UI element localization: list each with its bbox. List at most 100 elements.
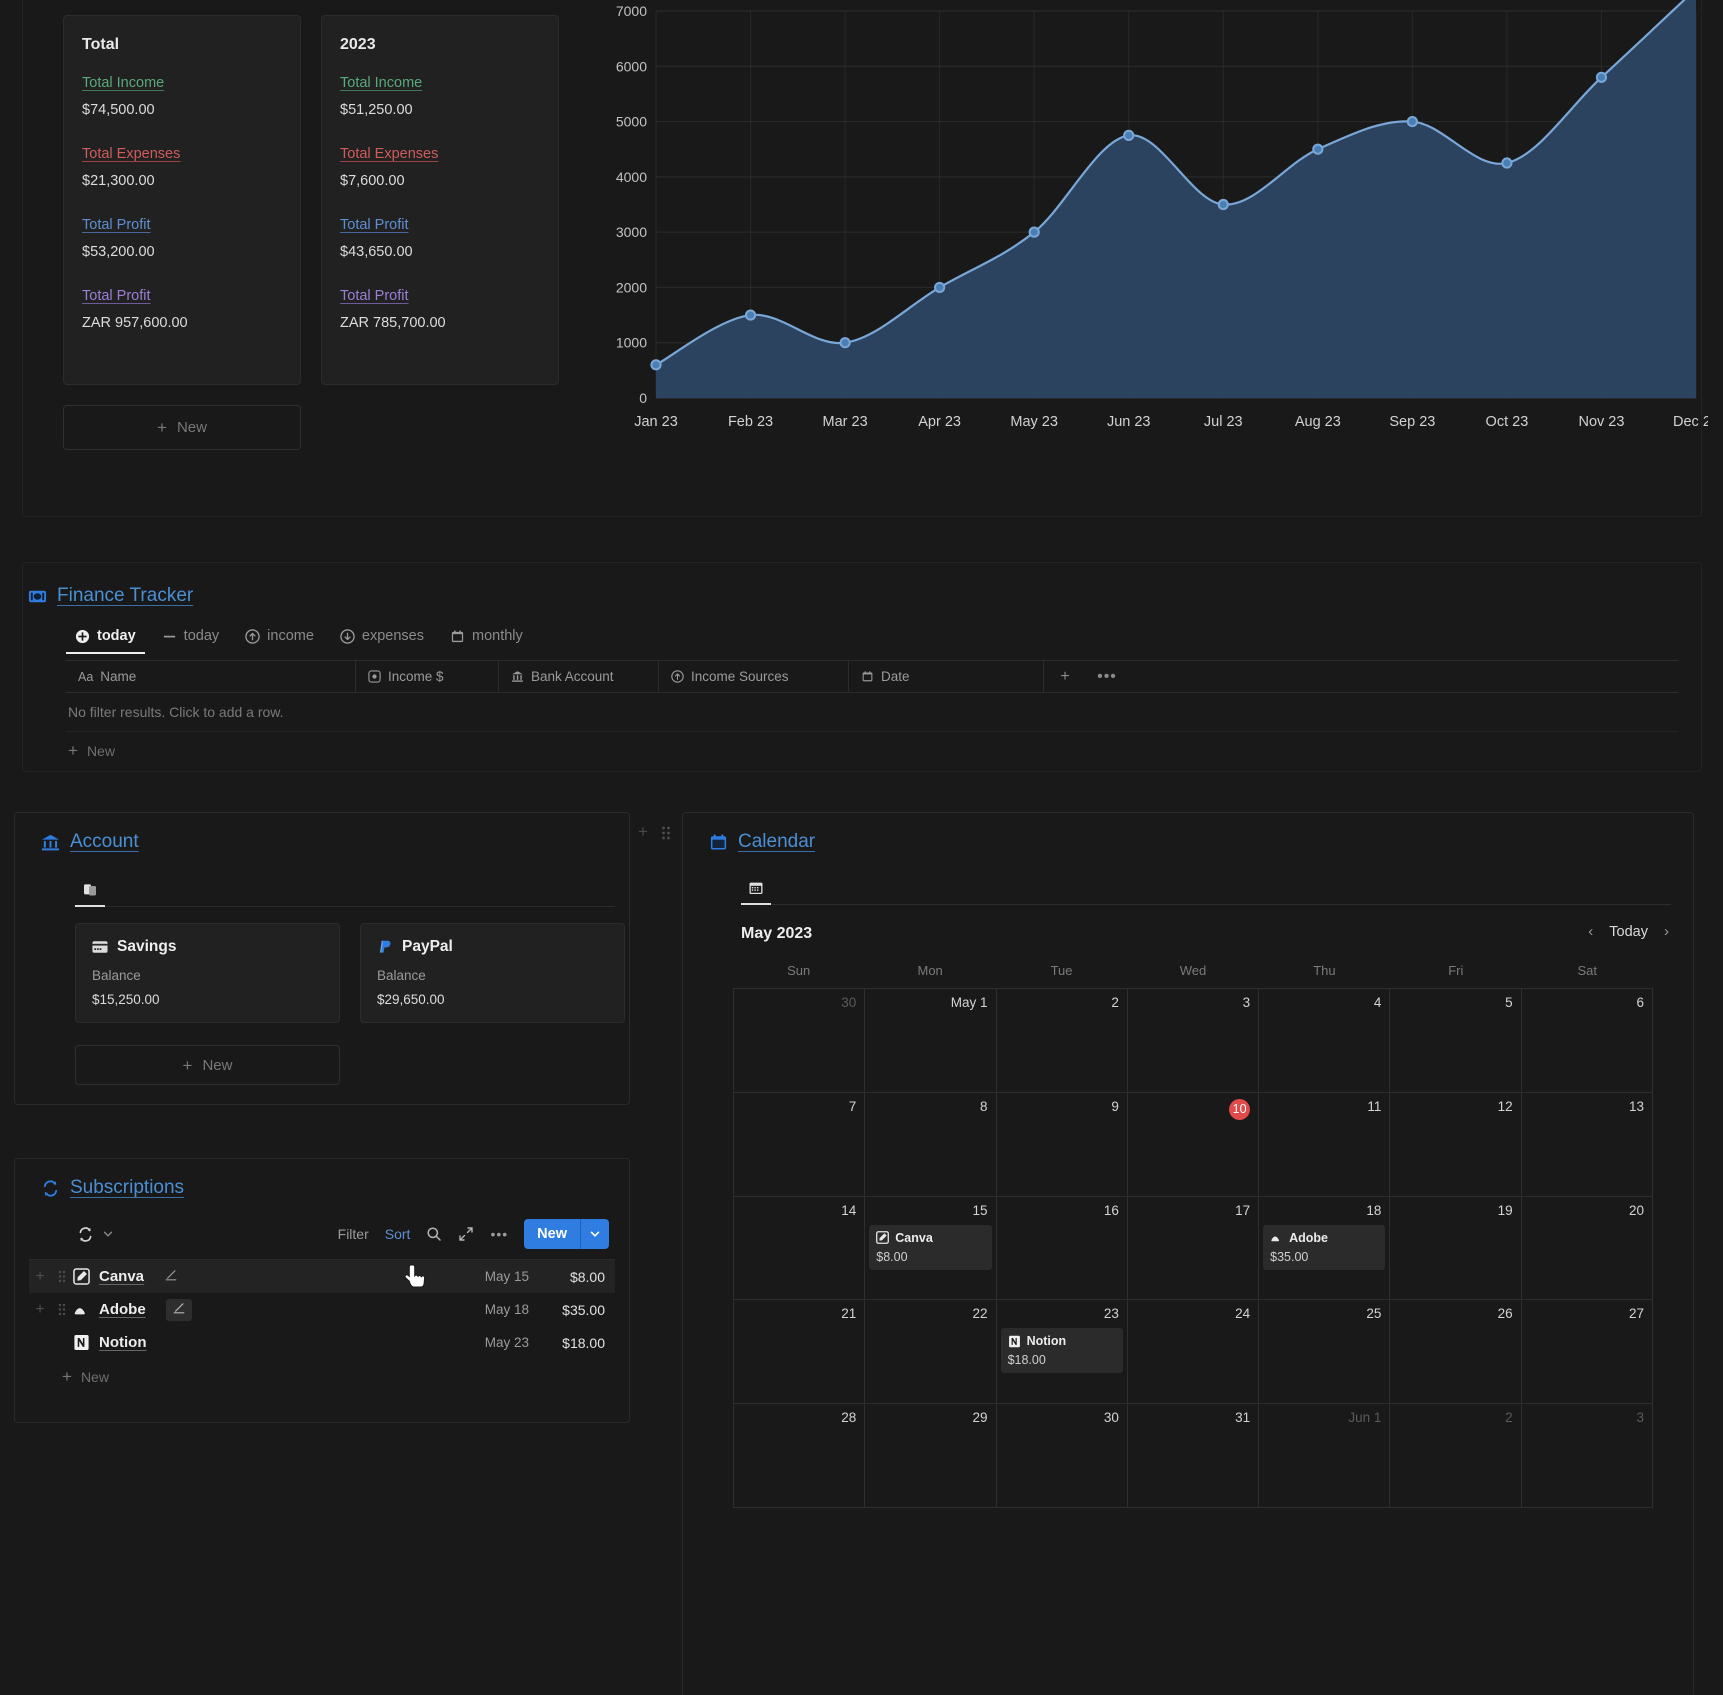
calendar-day-cell[interactable]: 15 Canva $8.00: [865, 1196, 997, 1300]
drag-handle-icon[interactable]: [51, 1302, 73, 1317]
account-card[interactable]: Savings Balance $15,250.00: [75, 923, 340, 1023]
calendar-day-cell[interactable]: 30: [734, 989, 866, 1092]
calendar-day-cell[interactable]: 5: [1390, 989, 1522, 1092]
edit-pen-icon[interactable]: [165, 1298, 192, 1321]
column-bank-account[interactable]: Bank Account: [499, 660, 659, 693]
account-new-button[interactable]: + New: [75, 1045, 340, 1085]
calendar-day-cell[interactable]: 22: [865, 1300, 997, 1404]
empty-state-text[interactable]: No filter results. Click to add a row.: [66, 693, 1678, 732]
calendar-day-cell[interactable]: 14: [734, 1196, 866, 1300]
add-row-icon[interactable]: +: [29, 1301, 51, 1319]
calendar-day-cell[interactable]: 26: [1390, 1300, 1522, 1404]
chevron-down-icon[interactable]: [581, 1228, 609, 1240]
calendar-day-cell[interactable]: 27: [1522, 1300, 1652, 1403]
calendar-day-cell[interactable]: 17: [1128, 1196, 1260, 1300]
column-name[interactable]: Aa Name: [66, 660, 356, 693]
calendar-event-chip[interactable]: Adobe $35.00: [1263, 1224, 1386, 1270]
calendar-day-cell[interactable]: 21: [734, 1300, 866, 1404]
calendar-day-cell[interactable]: 28: [734, 1404, 866, 1507]
calendar-day-cell[interactable]: 18 Adobe $35.00: [1259, 1196, 1391, 1300]
metric-label[interactable]: Total Profit: [340, 217, 409, 233]
account-header[interactable]: Account: [41, 831, 139, 853]
calendar-day-cell[interactable]: 10: [1128, 1092, 1260, 1196]
tab-expenses[interactable]: expenses: [331, 622, 433, 654]
column-income-sources[interactable]: Income Sources: [659, 660, 849, 693]
totals-new-button[interactable]: + New: [63, 405, 301, 450]
calendar-day-cell[interactable]: 8: [865, 1092, 997, 1196]
calendar-view-tab[interactable]: [741, 873, 771, 905]
add-block-icon[interactable]: +: [638, 822, 648, 842]
filter-button[interactable]: Filter: [338, 1226, 369, 1242]
calendar-event-chip[interactable]: Canva $8.00: [869, 1224, 992, 1270]
today-button[interactable]: Today: [1609, 924, 1648, 940]
calendar-day-cell[interactable]: 30: [997, 1404, 1128, 1507]
add-row-icon[interactable]: +: [29, 1268, 51, 1286]
subscription-row[interactable]: Notion May 23 $18.00: [29, 1326, 615, 1359]
calendar-day-cell[interactable]: 16: [997, 1196, 1128, 1300]
edit-pen-icon[interactable]: [164, 1268, 178, 1286]
subscriptions-new-button[interactable]: New: [524, 1219, 609, 1249]
metric-label[interactable]: Total Income: [82, 75, 164, 91]
search-icon[interactable]: [426, 1226, 442, 1242]
calendar-day-cell[interactable]: 29: [865, 1404, 997, 1507]
subscription-row[interactable]: + Adobe May 18 $35.00: [29, 1293, 615, 1326]
calendar-day-cell[interactable]: 3: [1522, 1404, 1652, 1507]
account-gallery-tab[interactable]: [75, 875, 105, 907]
account-card[interactable]: PayPal Balance $29,650.00: [360, 923, 625, 1023]
calendar-day-cell[interactable]: 4: [1259, 989, 1391, 1092]
finance-tracker-title: Finance Tracker: [57, 585, 194, 606]
column-income[interactable]: Income $: [356, 660, 499, 693]
calendar-day-cell[interactable]: 11: [1259, 1092, 1391, 1196]
expand-icon[interactable]: [458, 1226, 474, 1242]
finance-tracker-header[interactable]: Finance Tracker: [28, 585, 193, 607]
metric-label[interactable]: Total Profit: [340, 288, 409, 304]
tab-monthly[interactable]: monthly: [441, 622, 532, 654]
add-column-button[interactable]: +: [1044, 660, 1086, 693]
calendar-day-cell[interactable]: 31: [1128, 1404, 1260, 1507]
finance-tracker-new-button[interactable]: + New: [66, 732, 1678, 769]
tab-income[interactable]: income: [236, 622, 323, 654]
subscriptions-new-row-button[interactable]: + New: [62, 1368, 109, 1385]
sort-button[interactable]: Sort: [385, 1226, 411, 1242]
calendar-icon: [450, 629, 465, 644]
calendar-day-cell[interactable]: 2: [997, 989, 1128, 1092]
drag-handle-icon[interactable]: [660, 824, 672, 847]
metric-label[interactable]: Total Profit: [82, 288, 151, 304]
calendar-day-cell[interactable]: 12: [1390, 1092, 1522, 1196]
calendar-day-cell[interactable]: 25: [1259, 1300, 1391, 1404]
drag-handle-icon[interactable]: [51, 1269, 73, 1284]
metric-label[interactable]: Total Profit: [82, 217, 151, 233]
calendar-day-cell[interactable]: 2: [1390, 1404, 1522, 1507]
subscriptions-header[interactable]: Subscriptions: [41, 1177, 184, 1199]
column-date[interactable]: Date: [849, 660, 1044, 693]
total-card[interactable]: Total Total Income $74,500.00 Total Expe…: [63, 15, 301, 385]
ellipsis-icon[interactable]: •••: [490, 1226, 508, 1242]
metric-label[interactable]: Total Expenses: [82, 146, 180, 162]
metric-label[interactable]: Total Income: [340, 75, 422, 91]
calendar-day-cell[interactable]: May 1: [865, 989, 997, 1092]
table-more-button[interactable]: •••: [1086, 660, 1128, 693]
calendar-day-cell[interactable]: 3: [1128, 989, 1260, 1092]
calendar-day-cell[interactable]: 19: [1390, 1196, 1522, 1300]
balance-label: Balance: [377, 968, 426, 983]
calendar-day-cell[interactable]: 20: [1522, 1197, 1652, 1300]
calendar-day-cell[interactable]: 24: [1128, 1300, 1260, 1404]
subscription-row[interactable]: + Canva May 15 $8.00: [29, 1260, 615, 1293]
calendar-day-cell[interactable]: 6: [1522, 989, 1652, 1092]
chevron-left-icon[interactable]: ‹: [1588, 923, 1593, 940]
calendar-day-cell[interactable]: 7: [734, 1092, 866, 1196]
chevron-right-icon[interactable]: ›: [1664, 923, 1669, 940]
calendar-day-cell[interactable]: Jun 1: [1259, 1404, 1391, 1507]
tab-today-expense[interactable]: today: [153, 622, 228, 654]
total-card[interactable]: 2023 Total Income $51,250.00 Total Expen…: [321, 15, 559, 385]
chevron-down-icon: [102, 1228, 114, 1240]
subscriptions-view-selector[interactable]: [77, 1226, 114, 1243]
calendar-day-cell[interactable]: 23 Notion $18.00: [997, 1300, 1128, 1404]
calendar-header[interactable]: Calendar: [709, 831, 815, 853]
calendar-day-cell[interactable]: 9: [997, 1092, 1128, 1196]
calendar-day-cell[interactable]: 13: [1522, 1093, 1652, 1196]
gallery-icon: [82, 882, 98, 898]
metric-label[interactable]: Total Expenses: [340, 146, 438, 162]
tab-today-income[interactable]: today: [66, 622, 145, 654]
calendar-event-chip[interactable]: Notion $18.00: [1000, 1328, 1123, 1374]
